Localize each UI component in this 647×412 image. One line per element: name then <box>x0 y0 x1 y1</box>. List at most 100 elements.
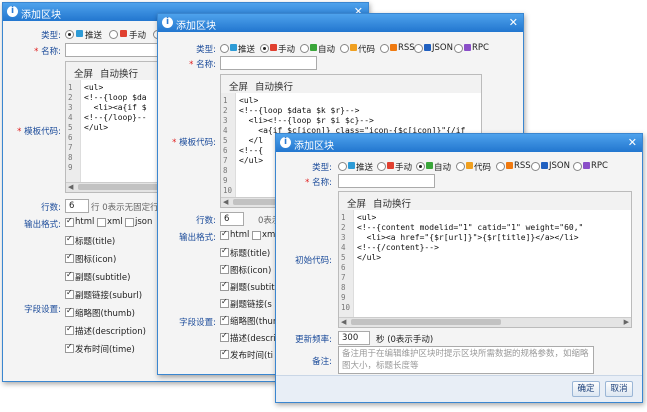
info-icon: i <box>7 6 18 17</box>
wrap-button[interactable]: 自动换行 <box>373 196 411 210</box>
code-line: </ul> <box>357 253 382 262</box>
type-radio-manual[interactable] <box>260 44 269 53</box>
horizontal-scrollbar[interactable]: ◀ <box>66 182 178 192</box>
field-checkbox[interactable] <box>65 324 74 335</box>
info-icon: i <box>162 17 173 28</box>
wrap-button[interactable]: 自动换行 <box>255 79 293 93</box>
horizontal-scrollbar[interactable]: ◀ ▶ <box>339 317 631 327</box>
info-icon: i <box>280 137 291 148</box>
code-line: <!--{loop $data $k $r}--> <box>239 106 360 115</box>
format-xml-label: xml <box>107 217 123 227</box>
code-line: <li><a href="{$r[url]}">{$r[title]}</a><… <box>357 233 579 242</box>
field-checkbox[interactable] <box>65 234 74 245</box>
field-checkbox[interactable] <box>65 252 74 263</box>
name-input[interactable] <box>65 43 162 57</box>
wrap-button[interactable]: 自动换行 <box>100 66 138 80</box>
type-radio-auto[interactable] <box>300 44 309 53</box>
type-radio-push[interactable] <box>65 30 74 39</box>
field-checkbox[interactable] <box>65 270 74 281</box>
rows-input[interactable]: 6 <box>65 199 89 213</box>
template-code-label: * 模板代码: <box>172 138 216 148</box>
type-option-manual: 手动 <box>129 31 147 41</box>
name-input[interactable] <box>220 56 317 70</box>
update-freq-label: 更新频率: <box>295 335 332 345</box>
line-number: 3 <box>223 116 228 125</box>
type-option-code: 代码 <box>474 163 492 173</box>
close-icon[interactable]: ✕ <box>509 16 518 29</box>
name-label: * 名称: <box>34 47 61 57</box>
type-radio-rpc[interactable] <box>454 44 463 53</box>
type-radio-push[interactable] <box>220 44 229 53</box>
dialog-title: 添加区块 <box>176 21 216 32</box>
template-code-editor[interactable]: 全屏 自动换行 1 2 3 4 5 6 7 8 9 <ul> <!--{loop… <box>65 61 178 193</box>
type-option-rss: RSS <box>514 161 531 171</box>
field-checkbox[interactable] <box>65 306 74 317</box>
dialog-titlebar[interactable]: i 添加区块 ✕ <box>276 134 642 152</box>
rows-input[interactable]: 6 <box>220 212 244 226</box>
dialog-title: 添加区块 <box>294 141 334 152</box>
code-icon <box>350 44 357 51</box>
type-radio-manual[interactable] <box>109 30 118 39</box>
type-radio-json[interactable] <box>531 162 540 171</box>
format-html-checkbox[interactable] <box>220 229 229 240</box>
remark-label: 备注: <box>312 357 332 367</box>
field-label: 发布时间(ti <box>230 351 274 361</box>
type-radio-auto[interactable] <box>416 162 425 171</box>
field-checkbox[interactable] <box>220 348 229 359</box>
format-xml-checkbox[interactable] <box>252 231 261 240</box>
line-number: 10 <box>223 186 233 195</box>
rows-label: 行数: <box>196 216 216 226</box>
name-input[interactable] <box>338 174 435 188</box>
type-radio-manual[interactable] <box>377 162 386 171</box>
line-number: 5 <box>223 136 228 145</box>
type-radio-push[interactable] <box>338 162 347 171</box>
type-radio-code[interactable] <box>456 162 465 171</box>
scroll-left-icon[interactable]: ◀ <box>68 183 73 191</box>
field-label: 副题(subtitle) <box>75 273 131 283</box>
dialog-add-block-3: i 添加区块 ✕ 类型: 推送 手动 自动 代码 RSS JSON RPC * … <box>275 133 643 403</box>
format-json-checkbox[interactable] <box>125 218 134 227</box>
push-icon <box>230 44 237 51</box>
field-checkbox[interactable] <box>65 342 74 353</box>
update-freq-input[interactable]: 300 <box>338 331 370 345</box>
close-icon[interactable]: ✕ <box>628 136 637 149</box>
field-label: 图标(icon) <box>75 255 117 265</box>
line-number: 8 <box>223 166 228 175</box>
field-checkbox[interactable] <box>220 263 229 274</box>
type-radio-rpc[interactable] <box>573 162 582 171</box>
type-radio-json[interactable] <box>414 44 423 53</box>
cancel-button[interactable]: 取消 <box>605 381 633 397</box>
line-number: 1 <box>341 213 346 222</box>
field-checkbox[interactable] <box>65 288 74 299</box>
type-radio-rss[interactable] <box>496 162 505 171</box>
scroll-right-icon[interactable]: ▶ <box>624 318 629 326</box>
field-checkbox[interactable] <box>220 280 229 291</box>
type-option-rpc: RPC <box>472 43 489 53</box>
fullscreen-button[interactable]: 全屏 <box>74 66 93 80</box>
dialog-titlebar[interactable]: i 添加区块 ✕ <box>158 14 523 32</box>
scroll-thumb[interactable] <box>351 319 501 325</box>
type-radio-rss[interactable] <box>380 44 389 53</box>
fullscreen-button[interactable]: 全屏 <box>347 196 366 210</box>
format-html-checkbox[interactable] <box>65 216 74 227</box>
type-radio-code[interactable] <box>340 44 349 53</box>
initial-code-editor[interactable]: 全屏 自动换行 1 2 3 4 5 6 7 8 9 10 <ul> <!--{c… <box>338 191 632 328</box>
scroll-left-icon[interactable]: ◀ <box>223 198 228 206</box>
field-checkbox[interactable] <box>220 314 229 325</box>
line-number: 5 <box>68 123 73 132</box>
line-number: 6 <box>223 146 228 155</box>
remark-textarea[interactable]: 备注用于在编辑维护区块时提示区块所需数据的规格参数，如缩略图大小，标题长度等 <box>338 346 594 374</box>
fullscreen-button[interactable]: 全屏 <box>229 79 248 93</box>
line-number: 5 <box>341 253 346 262</box>
scroll-left-icon[interactable]: ◀ <box>341 318 346 326</box>
field-checkbox[interactable] <box>220 246 229 257</box>
rss-icon <box>390 44 397 51</box>
json-icon <box>541 162 548 169</box>
format-xml-checkbox[interactable] <box>97 218 106 227</box>
confirm-button[interactable]: 确定 <box>572 381 600 397</box>
field-checkbox[interactable] <box>220 297 229 308</box>
field-checkbox[interactable] <box>220 331 229 342</box>
code-line: </ul> <box>239 156 264 165</box>
format-json-label: json <box>135 217 153 227</box>
code-line: <li><a{if $ <box>84 103 147 112</box>
